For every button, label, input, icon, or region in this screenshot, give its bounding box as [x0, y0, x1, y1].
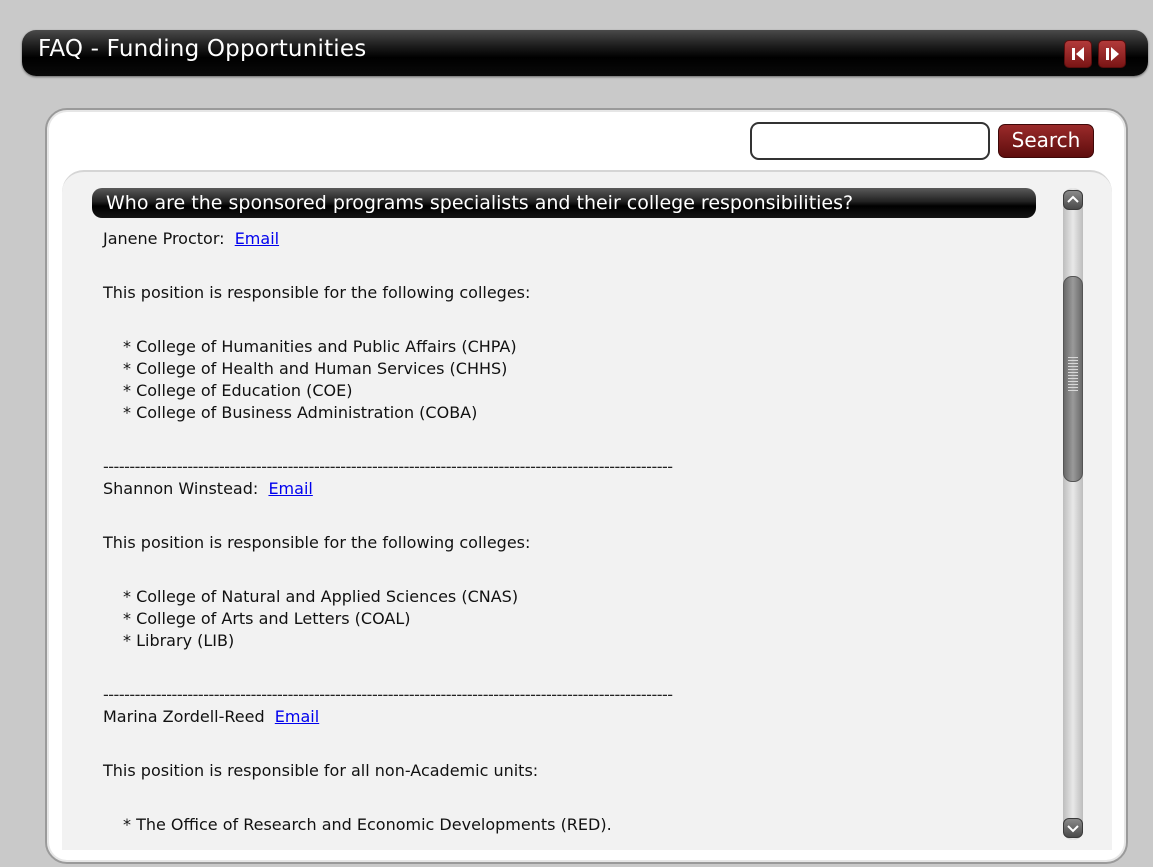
search-input[interactable]: [750, 122, 990, 160]
specialist-name: Marina Zordell-Reed: [103, 707, 265, 726]
next-button[interactable]: [1098, 40, 1126, 68]
separator: ----------------------------------------…: [103, 685, 673, 704]
next-arrow-icon: [1106, 47, 1119, 61]
responsibility-intro: This position is responsible for all non…: [103, 761, 539, 780]
unit-item: * The Office of Research and Economic De…: [123, 815, 612, 834]
specialist-row: Janene Proctor: Email: [103, 228, 1043, 250]
college-item: * Library (LIB): [123, 631, 235, 650]
email-link[interactable]: Email: [235, 229, 279, 248]
college-item: * College of Natural and Applied Science…: [123, 587, 519, 606]
scroll-down-button[interactable]: [1063, 818, 1083, 838]
specialist-name: Shannon Winstead:: [103, 479, 259, 498]
grip-icon: [1068, 357, 1078, 393]
faq-question[interactable]: Who are the sponsored programs specialis…: [92, 188, 1036, 218]
previous-button[interactable]: [1064, 40, 1092, 68]
college-item: * College of Arts and Letters (COAL): [123, 609, 411, 628]
faq-answer: Janene Proctor: Email This position is r…: [103, 228, 1043, 836]
college-item: * College of Business Administration (CO…: [123, 403, 478, 422]
email-link[interactable]: Email: [268, 479, 312, 498]
specialist-row: Shannon Winstead: Email: [103, 478, 1043, 500]
chevron-down-icon: [1067, 825, 1079, 833]
app-window: FAQ - Funding Opportunities Search Who a…: [0, 0, 1153, 867]
scroll-thumb[interactable]: [1063, 276, 1083, 482]
search-button[interactable]: Search: [998, 124, 1094, 158]
title-bar: FAQ - Funding Opportunities: [22, 30, 1148, 76]
previous-arrow-icon: [1072, 47, 1084, 61]
college-item: * College of Education (COE): [123, 381, 353, 400]
page-title: FAQ - Funding Opportunities: [38, 36, 367, 62]
email-link[interactable]: Email: [275, 707, 319, 726]
vertical-scrollbar[interactable]: [1060, 188, 1086, 840]
scroll-up-button[interactable]: [1063, 190, 1083, 210]
separator: ----------------------------------------…: [103, 457, 673, 476]
specialist-row: Marina Zordell-Reed Email: [103, 706, 1043, 728]
responsibility-intro: This position is responsible for the fol…: [103, 283, 531, 302]
specialist-name: Janene Proctor:: [103, 229, 225, 248]
college-item: * College of Humanities and Public Affai…: [123, 337, 517, 356]
chevron-up-icon: [1067, 195, 1079, 203]
college-item: * College of Health and Human Services (…: [123, 359, 508, 378]
responsibility-intro: This position is responsible for the fol…: [103, 533, 531, 552]
